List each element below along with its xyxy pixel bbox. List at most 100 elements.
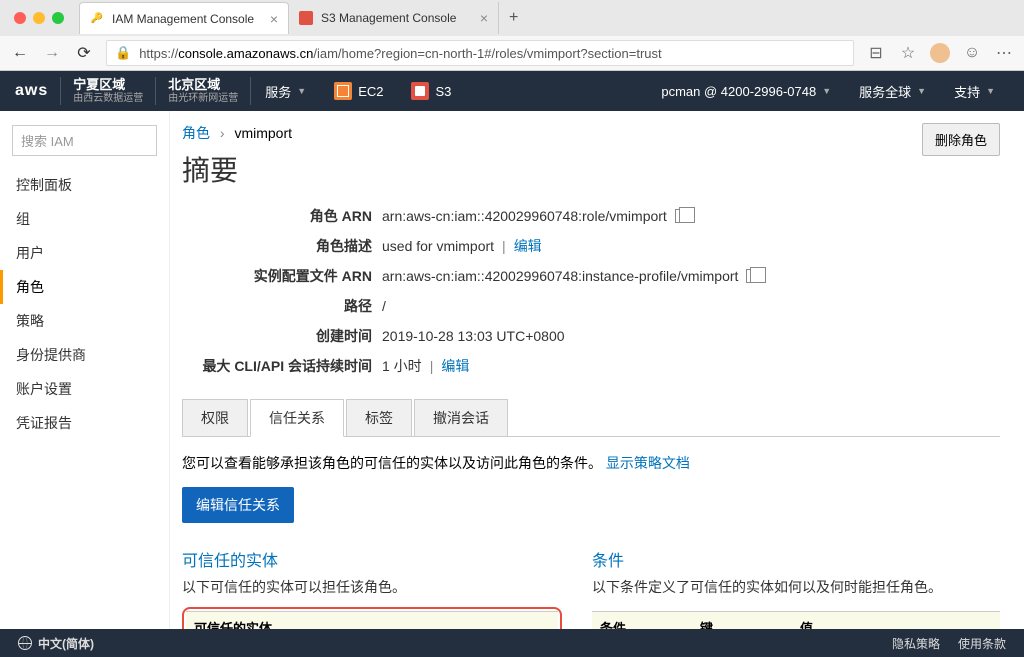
minimize-window-icon[interactable] <box>33 12 45 24</box>
browser-chrome: 🔑 IAM Management Console × S3 Management… <box>0 0 1024 71</box>
tab-title: S3 Management Console <box>321 11 456 25</box>
trusted-table-header: 可信任的实体 <box>186 612 558 629</box>
favorite-icon[interactable]: ☆ <box>898 43 918 63</box>
iam-sidebar: 搜索 IAM 控制面板组用户角色策略身份提供商账户设置凭证报告 <box>0 111 170 629</box>
reader-icon[interactable]: ⊟ <box>866 43 886 63</box>
trust-tab-content: 您可以查看能够承担该角色的可信任的实体以及访问此角色的条件。 显示策略文档 编辑… <box>182 437 1000 629</box>
edit-link[interactable]: 编辑 <box>514 236 542 256</box>
summary-value: arn:aws-cn:iam::420029960748:instance-pr… <box>382 266 1000 286</box>
summary-value: / <box>382 296 1000 316</box>
summary-row: 角色 ARNarn:aws-cn:iam::420029960748:role/… <box>182 201 1000 231</box>
account-menu[interactable]: pcman @ 4200-2996-0748 ▼ <box>647 71 845 111</box>
new-tab-button[interactable]: + <box>499 9 528 27</box>
region-beijing[interactable]: 北京区域 由光环新网运营 <box>156 77 251 105</box>
support-label: 支持 <box>954 82 980 101</box>
globe-icon <box>18 636 32 650</box>
close-window-icon[interactable] <box>14 12 26 24</box>
summary-label: 角色描述 <box>182 236 382 256</box>
sidebar-item-5[interactable]: 身份提供商 <box>0 338 169 372</box>
url-input[interactable]: 🔒 https://console.amazonaws.cn/iam/home?… <box>106 40 854 66</box>
summary-value-text: / <box>382 298 386 314</box>
region-desc: 由光环新网运营 <box>168 93 238 105</box>
sidebar-item-1[interactable]: 组 <box>0 202 169 236</box>
sidebar-item-2[interactable]: 用户 <box>0 236 169 270</box>
url-text: https://console.amazonaws.cn/iam/home?re… <box>139 46 661 61</box>
s3-shortcut[interactable]: S3 <box>397 71 465 111</box>
summary-row: 创建时间2019-10-28 13:03 UTC+0800 <box>182 321 1000 351</box>
region-menu-label: 服务全球 <box>859 82 911 101</box>
back-button[interactable]: ← <box>10 43 30 63</box>
refresh-button[interactable]: ⟳ <box>74 43 94 63</box>
ec2-label: EC2 <box>358 84 383 99</box>
sidebar-item-7[interactable]: 凭证报告 <box>0 406 169 440</box>
edit-link[interactable]: 编辑 <box>441 356 469 376</box>
window-controls <box>14 12 64 24</box>
chevron-down-icon: ▼ <box>822 86 831 96</box>
trust-intro-text: 您可以查看能够承担该角色的可信任的实体以及访问此角色的条件。 <box>182 455 602 471</box>
separator: | <box>430 358 434 374</box>
sidebar-item-4[interactable]: 策略 <box>0 304 169 338</box>
chevron-down-icon: ▼ <box>297 86 306 96</box>
role-tab-3[interactable]: 撤消会话 <box>414 399 508 436</box>
role-tab-0[interactable]: 权限 <box>182 399 248 436</box>
cond-hdr-condition: 条件 <box>600 618 700 629</box>
page-title: 摘要 <box>182 149 1000 189</box>
services-menu[interactable]: 服务 ▼ <box>251 71 320 111</box>
profile-avatar[interactable] <box>930 43 950 63</box>
tab-close-icon[interactable]: × <box>270 11 278 27</box>
role-tab-2[interactable]: 标签 <box>346 399 412 436</box>
iam-favicon-icon: 🔑 <box>90 12 104 26</box>
edit-trust-button[interactable]: 编辑信任关系 <box>182 487 294 523</box>
services-label: 服务 <box>265 82 291 101</box>
show-policy-link[interactable]: 显示策略文档 <box>606 455 690 471</box>
summary-value-text: arn:aws-cn:iam::420029960748:instance-pr… <box>382 268 738 284</box>
terms-link[interactable]: 使用条款 <box>958 635 1006 652</box>
trusted-heading: 可信任的实体 <box>182 547 562 571</box>
summary-row: 路径/ <box>182 291 1000 321</box>
browser-tab-s3[interactable]: S3 Management Console × <box>289 2 499 34</box>
sidebar-item-6[interactable]: 账户设置 <box>0 372 169 406</box>
face-icon[interactable]: ☺ <box>962 43 982 63</box>
delete-role-button[interactable]: 删除角色 <box>922 123 1000 156</box>
copy-icon[interactable] <box>746 269 760 283</box>
privacy-link[interactable]: 隐私策略 <box>892 635 940 652</box>
more-icon[interactable]: ⋯ <box>994 43 1014 63</box>
region-ningxia[interactable]: 宁夏区域 由西云数据运营 <box>60 77 156 105</box>
trusted-subtext: 以下可信任的实体可以担任该角色。 <box>182 577 562 597</box>
breadcrumb-root[interactable]: 角色 <box>182 125 210 141</box>
support-menu[interactable]: 支持 ▼ <box>940 71 1009 111</box>
conditions-table: 条件 键 值 StringEquals sts:ExternalId vmimp… <box>592 611 1000 629</box>
language-selector[interactable]: 中文(简体) <box>38 635 94 652</box>
ec2-shortcut[interactable]: EC2 <box>320 71 397 111</box>
sidebar-item-3[interactable]: 角色 <box>0 270 169 304</box>
browser-tabbar: 🔑 IAM Management Console × S3 Management… <box>0 0 1024 36</box>
summary-label: 最大 CLI/API 会话持续时间 <box>182 356 382 376</box>
region-desc: 由西云数据运营 <box>73 93 143 105</box>
summary-value-text: arn:aws-cn:iam::420029960748:role/vmimpo… <box>382 208 667 224</box>
summary-value: arn:aws-cn:iam::420029960748:role/vmimpo… <box>382 206 1000 226</box>
breadcrumb-sep: › <box>220 125 225 141</box>
tab-close-icon[interactable]: × <box>480 10 488 26</box>
summary-value: used for vmimport | 编辑 <box>382 236 1000 256</box>
region-menu[interactable]: 服务全球 ▼ <box>845 71 940 111</box>
sidebar-search-input[interactable]: 搜索 IAM <box>12 125 157 156</box>
trusted-entities-col: 可信任的实体 以下可信任的实体可以担任该角色。 可信任的实体 身份提供商 vmi… <box>182 547 562 629</box>
conditions-subtext: 以下条件定义了可信任的实体如何以及何时能担任角色。 <box>592 577 1000 597</box>
forward-button[interactable]: → <box>42 43 62 63</box>
cond-hdr-value: 值 <box>800 618 992 629</box>
copy-icon[interactable] <box>675 209 689 223</box>
summary-value: 2019-10-28 13:03 UTC+0800 <box>382 326 1000 346</box>
summary-label: 创建时间 <box>182 326 382 346</box>
summary-row: 实例配置文件 ARNarn:aws-cn:iam::420029960748:i… <box>182 261 1000 291</box>
lock-icon: 🔒 <box>115 45 131 61</box>
summary-value-text: 1 小时 <box>382 356 422 376</box>
aws-logo[interactable]: aws <box>15 82 60 100</box>
cond-table-header: 条件 键 值 <box>592 612 1000 629</box>
maximize-window-icon[interactable] <box>52 12 64 24</box>
sidebar-item-0[interactable]: 控制面板 <box>0 168 169 202</box>
role-tab-1[interactable]: 信任关系 <box>250 399 344 437</box>
browser-tab-iam[interactable]: 🔑 IAM Management Console × <box>79 2 289 34</box>
aws-top-nav: aws 宁夏区域 由西云数据运营 北京区域 由光环新网运营 服务 ▼ EC2 S… <box>0 71 1024 111</box>
url-scheme: https:// <box>139 46 178 61</box>
separator: | <box>502 238 506 254</box>
